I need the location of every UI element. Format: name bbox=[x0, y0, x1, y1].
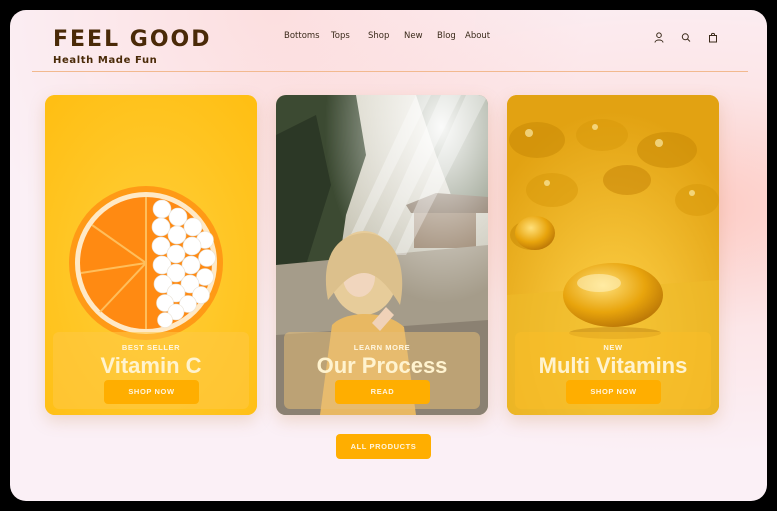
brand-logo[interactable]: FEEL GOOD bbox=[53, 29, 212, 51]
bag-icon[interactable] bbox=[708, 32, 718, 43]
header-icons bbox=[654, 32, 718, 43]
card-kicker: LEARN MORE bbox=[353, 343, 411, 352]
browser-frame: FEEL GOOD Health Made Fun Bottoms Tops S… bbox=[10, 10, 767, 501]
header-divider bbox=[32, 71, 748, 72]
product-card-multi-vitamins[interactable]: NEW Multi Vitamins SHOP NOW bbox=[507, 95, 719, 415]
shop-now-button[interactable]: SHOP NOW bbox=[566, 380, 661, 404]
read-button[interactable]: READ bbox=[335, 380, 430, 404]
shop-now-button[interactable]: SHOP NOW bbox=[104, 380, 199, 404]
nav-item-tops[interactable]: Tops bbox=[331, 31, 368, 41]
nav-item-new[interactable]: New bbox=[404, 31, 437, 41]
card-kicker: NEW bbox=[603, 343, 623, 352]
card-title: Multi Vitamins bbox=[538, 353, 688, 378]
brand-tagline: Health Made Fun bbox=[53, 55, 158, 66]
card-title: Our Process bbox=[316, 353, 448, 378]
product-card-vitamin-c[interactable]: BEST SELLER Vitamin C SHOP NOW bbox=[45, 95, 257, 415]
nav-item-bottoms[interactable]: Bottoms bbox=[284, 31, 331, 41]
card-kicker: BEST SELLER bbox=[121, 343, 181, 352]
all-products-button[interactable]: ALL PRODUCTS bbox=[336, 434, 431, 459]
nav-item-blog[interactable]: Blog bbox=[437, 31, 465, 41]
brand[interactable]: FEEL GOOD Health Made Fun bbox=[53, 29, 212, 67]
main-nav: Bottoms Tops Shop New Blog About bbox=[284, 31, 501, 41]
user-icon[interactable] bbox=[654, 32, 664, 43]
info-card-our-process[interactable]: LEARN MORE Our Process READ bbox=[276, 95, 488, 415]
nav-item-about[interactable]: About bbox=[465, 31, 501, 41]
nav-item-shop[interactable]: Shop bbox=[368, 31, 404, 41]
search-icon[interactable] bbox=[681, 32, 691, 43]
card-title: Vitamin C bbox=[100, 353, 202, 378]
